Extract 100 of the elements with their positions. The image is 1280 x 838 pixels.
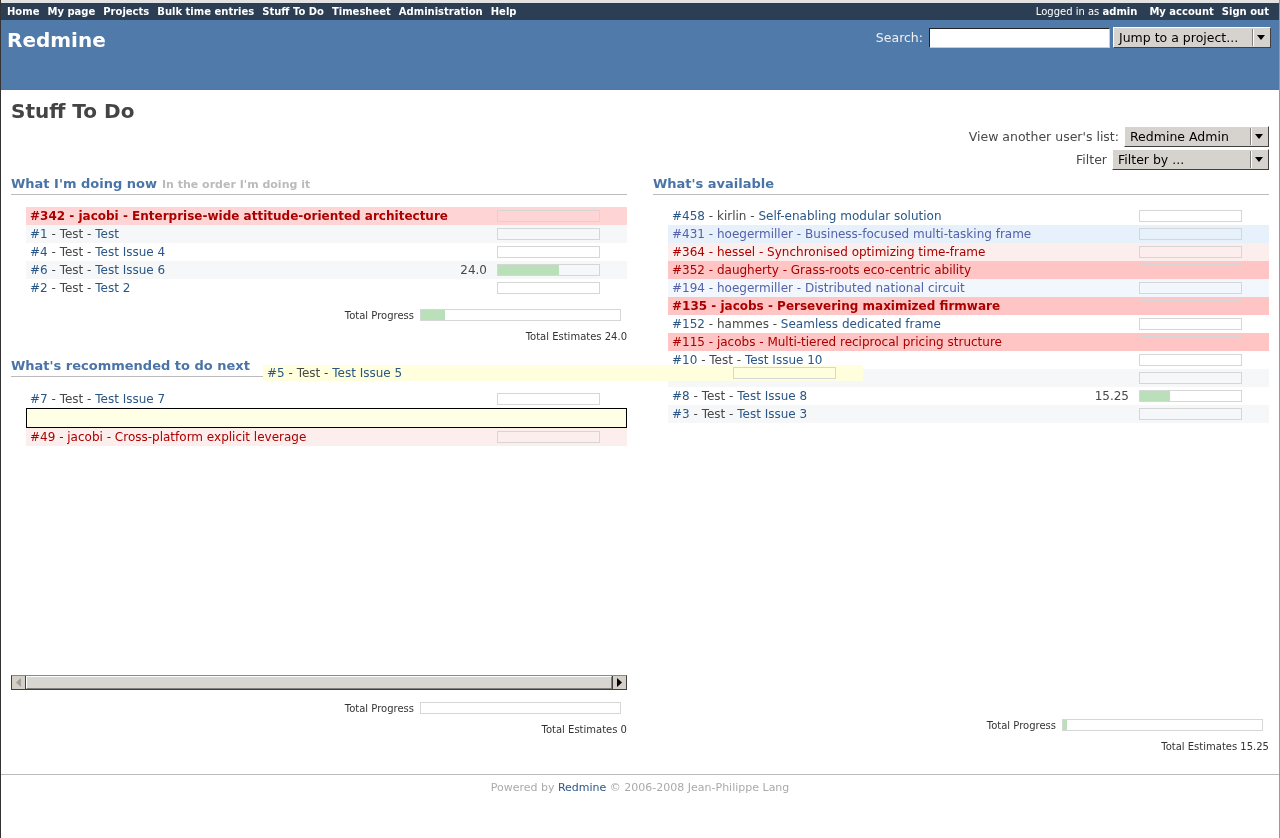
redmine-link[interactable]: Redmine: [557, 781, 607, 794]
issue-title: #2 - Test - Test 2: [30, 280, 132, 296]
issue-title: #49 - jacobi - Cross-platform explicit leverage: [30, 429, 308, 445]
issue-row[interactable]: #6 - Test - Test Issue 6 24.0: [26, 261, 627, 279]
issue-number-link[interactable]: #152: [672, 317, 705, 331]
issue-number-link[interactable]: #1: [30, 227, 48, 241]
menu-link[interactable]: Stuff To Do: [262, 6, 324, 17]
issue-subject-link[interactable]: Test Issue 8: [737, 389, 808, 403]
issue-row[interactable]: #3 - Test - Test Issue 3: [668, 405, 1269, 423]
issue-title: #8 - Test - Test Issue 8: [672, 388, 809, 404]
issue-number-link[interactable]: #364: [672, 245, 705, 259]
horizontal-scrollbar[interactable]: [11, 675, 627, 690]
total-progress-label: Total Progress: [344, 309, 414, 321]
issue-title: #342 - jacobi - Enterprise-wide attitude-oriented architecture: [30, 208, 449, 224]
right-triangle-icon: [617, 678, 622, 687]
total-progress-label: Total Progress: [986, 719, 1056, 731]
issue-row[interactable]: #115 - jacobs - Multi-tiered reciprocal pricing structure: [668, 333, 1269, 351]
search-label: Search:: [875, 30, 923, 45]
issue-subject-link[interactable]: Seamless dedicated frame: [780, 317, 941, 331]
issue-title: #364 - hessel - Synchronised optimizing time-frame: [672, 244, 987, 260]
issue-row[interactable]: #342 - jacobi - Enterprise-wide attitude-oriented architecture: [26, 207, 627, 225]
issue-subject-link[interactable]: Business-focused multi-tasking frame: [804, 227, 1032, 241]
issue-number-link[interactable]: #135: [672, 299, 708, 313]
issue-title: #1 - Test - Test: [30, 226, 120, 242]
issue-subject-link[interactable]: Cross-platform explicit leverage: [114, 430, 307, 444]
issue-subject-link[interactable]: Self-enabling modular solution: [758, 209, 942, 223]
issue-subject-link[interactable]: Test Issue 6: [95, 263, 166, 277]
issue-number-link[interactable]: #458: [672, 209, 705, 223]
section-heading: What's available: [653, 175, 775, 193]
issue-row[interactable]: #364 - hessel - Synchronised optimizing time-frame: [668, 243, 1269, 261]
issue-number-link[interactable]: #431: [672, 227, 705, 241]
menu-link[interactable]: Bulk time entries: [157, 6, 255, 17]
issue-number-link[interactable]: #10: [672, 353, 698, 367]
issue-number-link[interactable]: #4: [30, 245, 48, 259]
menu-link[interactable]: Administration: [398, 6, 483, 17]
issue-title: #458 - kirlin - Self-enabling modular solution: [672, 208, 943, 224]
issue-title: #5 - Test - Test Issue 5: [267, 365, 404, 381]
account-link[interactable]: Sign out: [1221, 6, 1269, 17]
menu-link[interactable]: Help: [490, 6, 517, 17]
scrollbar-thumb[interactable]: [26, 676, 612, 689]
issue-number-link[interactable]: #2: [30, 281, 48, 295]
issue-subject-link[interactable]: Test Issue 3: [737, 407, 808, 421]
issue-subject-link[interactable]: Test Issue 10: [744, 353, 823, 367]
issue-title: #135 - jacobs - Persevering maximized firmware: [672, 298, 1002, 314]
issue-number-link[interactable]: #8: [672, 389, 690, 403]
issue-title: #4 - Test - Test Issue 4: [30, 244, 167, 260]
menu-link[interactable]: Projects: [103, 6, 150, 17]
issue-number-link[interactable]: #6: [30, 263, 48, 277]
section-subtitle: In the order I'm doing it: [162, 178, 311, 191]
issue-subject-link[interactable]: Persevering maximized firmware: [777, 299, 1001, 313]
issue-subject-link[interactable]: Distributed national circuit: [804, 281, 965, 295]
user-select[interactable]: Redmine Admin: [1124, 125, 1269, 147]
total-estimates-text: Total Estimates 0: [541, 724, 627, 736]
issue-title: #115 - jacobs - Multi-tiered reciprocal pricing structure: [672, 334, 1003, 350]
issue-number-link[interactable]: #115: [672, 335, 705, 349]
drag-preview-overlay[interactable]: #5 - Test - Test Issue 5: [263, 365, 863, 381]
total-estimates-text: Total Estimates 24.0: [525, 331, 627, 343]
issue-number-link[interactable]: #352: [672, 263, 705, 277]
issue-title: #431 - hoegermiller - Business-focused multi-tasking frame: [672, 226, 1033, 242]
issue-subject-link[interactable]: Enterprise-wide attitude-oriented architecture: [132, 209, 448, 223]
menu-link[interactable]: My page: [47, 6, 96, 17]
issue-number-link[interactable]: #7: [30, 392, 48, 406]
issue-subject-link[interactable]: Test Issue 5: [332, 366, 403, 380]
site-title: Redmine: [7, 27, 106, 54]
issue-number-link[interactable]: #49: [30, 430, 56, 444]
issue-subject-link[interactable]: Test: [95, 227, 119, 241]
project-jump-select[interactable]: Jump to a project...: [1113, 27, 1271, 48]
menu-link[interactable]: Home: [7, 6, 40, 17]
issue-title: #6 - Test - Test Issue 6: [30, 262, 167, 278]
issue-row[interactable]: #1 - Test - Test: [26, 225, 627, 243]
issue-subject-link[interactable]: Synchronised optimizing time-frame: [767, 245, 986, 259]
filter-label: Filter: [1076, 151, 1107, 167]
issue-subject-link[interactable]: Multi-tiered reciprocal pricing structure: [767, 335, 1002, 349]
account-link[interactable]: My account: [1149, 6, 1214, 17]
search-field[interactable]: [929, 27, 1110, 48]
issue-number-link[interactable]: #194: [672, 281, 705, 295]
issue-title: #194 - hoegermiller - Distributed national circuit: [672, 280, 966, 296]
issue-title: #352 - daugherty - Grass-roots eco-centric ability: [672, 262, 972, 278]
issue-title: #152 - hammes - Seamless dedicated frame: [672, 316, 942, 332]
left-triangle-icon: [16, 678, 21, 687]
estimate-value: 15.25: [1094, 389, 1129, 403]
issue-subject-link[interactable]: Test Issue 4: [95, 245, 166, 259]
issue-subject-link[interactable]: Test Issue 7: [95, 392, 166, 406]
issue-row[interactable]: #352 - daugherty - Grass-roots eco-centric ability: [668, 261, 1269, 279]
issue-title: #7 - Test - Test Issue 7: [30, 391, 167, 407]
issue-number-link[interactable]: #342: [30, 209, 66, 223]
issue-row[interactable]: #49 - jacobi - Cross-platform explicit leverage: [26, 428, 627, 446]
issue-subject-link[interactable]: Grass-roots eco-centric ability: [790, 263, 971, 277]
issue-row[interactable]: #135 - jacobs - Persevering maximized firmware: [668, 297, 1269, 315]
issue-number-link[interactable]: #3: [672, 407, 690, 421]
logged-in-text: Logged in as admin: [1035, 6, 1138, 17]
issue-subject-link[interactable]: Test 2: [95, 281, 131, 295]
menu-link[interactable]: Timesheet: [331, 6, 391, 17]
filter-select[interactable]: Filter by ...: [1112, 148, 1269, 170]
issue-title: #10 - Test - Test Issue 10: [672, 352, 824, 368]
issue-row[interactable]: #194 - hoegermiller - Distributed national circuit: [668, 279, 1269, 297]
issue-number-link[interactable]: #5: [267, 366, 285, 380]
issue-row[interactable]: #431 - hoegermiller - Business-focused multi-tasking frame: [668, 225, 1269, 243]
section-heading: What I'm doing now: [11, 175, 157, 193]
footer-text: Powered by Redmine © 2006-2008 Jean-Philippe Lang: [490, 781, 790, 794]
